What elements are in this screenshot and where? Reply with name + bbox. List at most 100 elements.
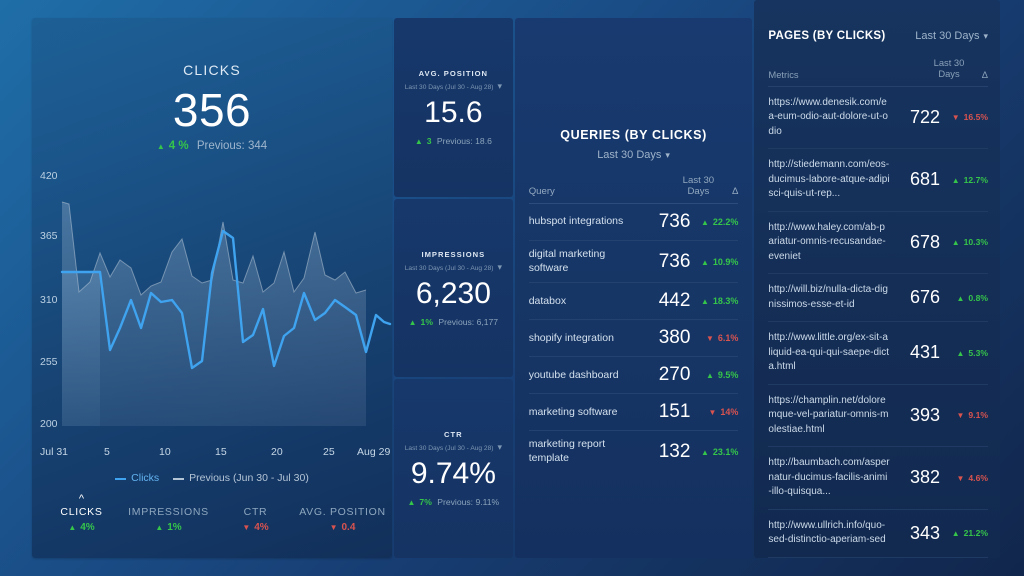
table-row[interactable]: databox 442 18.3% xyxy=(528,283,739,321)
table-row[interactable]: hubspot integrations 736 22.2% xyxy=(528,204,739,242)
clicks-panel: CLICKS 356 4 % Previous: 344 xyxy=(32,18,392,558)
query-name: marketing report template xyxy=(528,438,606,464)
card-impressions-delta: 1% Previous: 6,177 xyxy=(409,317,498,327)
x-tick-4: 20 xyxy=(271,446,283,459)
table-row[interactable]: http://www.ullrich.info/quo-sed-distinct… xyxy=(768,510,988,558)
tab-impressions-delta: 1% xyxy=(125,522,212,533)
card-avg-position-delta: 3 Previous: 18.6 xyxy=(415,136,492,146)
card-ctr-range-text: Last 30 Days (Jul 30 - Aug 28) xyxy=(404,445,494,453)
table-row[interactable]: shopify integration 380 6.1% xyxy=(528,320,739,358)
tab-clicks[interactable]: ^ CLICKS 4% xyxy=(38,494,125,534)
y-tick-310: 310 xyxy=(40,294,58,307)
card-avg-position-value: 15.6 xyxy=(424,95,483,129)
queries-col-delta[interactable]: Δ xyxy=(724,186,738,197)
queries-col-value[interactable]: Last 30 Days xyxy=(672,175,724,197)
page-url: http://www.ullrich.info/quo-sed-distinct… xyxy=(768,519,886,546)
card-impressions-range-text: Last 30 Days (Jul 30 - Aug 28) xyxy=(404,264,494,272)
queries-title: QUERIES (BY CLICKS) xyxy=(560,128,707,142)
x-tick-5: 25 xyxy=(323,446,335,459)
page-url: http://www.little.org/ex-sit-aliquid-ea-… xyxy=(768,332,890,373)
y-tick-420: 420 xyxy=(40,170,58,183)
queries-panel: QUERIES (BY CLICKS) Last 30 Days ▾ Query … xyxy=(514,18,753,558)
queries-table-body: hubspot integrations 736 22.2% digital m… xyxy=(528,204,739,473)
query-name: marketing software xyxy=(528,405,618,418)
chevron-up-icon: ^ xyxy=(78,493,85,506)
card-avg-position-title: AVG. POSITION xyxy=(418,68,489,78)
table-row[interactable]: http://will.biz/nulla-dicta-dignissimos-… xyxy=(768,274,988,323)
legend-item-previous: Previous (Jun 30 - Jul 30) xyxy=(173,472,309,484)
card-ctr-delta: 7% Previous: 9.11% xyxy=(408,497,500,507)
pages-col-value[interactable]: Last 30 Days xyxy=(926,57,972,80)
page-change: 16.5% xyxy=(940,112,988,122)
queries-table-header: Query Last 30 Days Δ xyxy=(528,161,739,205)
query-name: hubspot integrations xyxy=(528,215,624,228)
card-impressions: IMPRESSIONS Last 30 Days (Jul 30 - Aug 2… xyxy=(394,198,513,378)
clicks-chart-svg xyxy=(60,201,392,427)
card-impressions-range[interactable]: Last 30 Days (Jul 30 - Aug 28) ▾ xyxy=(405,262,502,273)
chevron-down-icon: ▾ xyxy=(665,150,670,160)
legend-swatch-clicks xyxy=(115,477,127,480)
clicks-title: CLICKS xyxy=(183,62,241,78)
pages-range-text: Last 30 Days xyxy=(915,30,980,42)
tab-clicks-delta: 4% xyxy=(38,522,125,533)
tab-ctr-label: CTR xyxy=(243,506,268,519)
query-value: 736 xyxy=(658,211,691,233)
card-impressions-previous: Previous: 6,177 xyxy=(438,316,499,327)
card-ctr-range[interactable]: Last 30 Days (Jul 30 - Aug 28) ▾ xyxy=(405,442,502,453)
table-row[interactable]: http://stiedemann.com/eos-ducimus-labore… xyxy=(768,149,988,212)
chevron-down-icon: ▾ xyxy=(983,31,988,41)
queries-col-query[interactable]: Query xyxy=(529,186,673,197)
x-tick-2: 10 xyxy=(159,446,171,459)
card-impressions-title: IMPRESSIONS xyxy=(421,249,486,259)
tab-impressions-label: IMPRESSIONS xyxy=(128,506,209,519)
page-change: 4.6% xyxy=(940,473,988,483)
card-ctr-value: 9.74% xyxy=(410,457,496,491)
query-change: 10.9% xyxy=(690,257,739,267)
page-value: 343 xyxy=(909,522,940,543)
table-row[interactable]: https://www.denesik.com/ea-eum-odio-aut-… xyxy=(768,87,988,150)
card-ctr-previous: Previous: 9.11% xyxy=(437,497,500,508)
table-row[interactable]: http://www.haley.com/ab-pariatur-omnis-r… xyxy=(768,212,988,275)
table-row[interactable]: youtube dashboard 270 9.5% xyxy=(528,357,739,395)
chevron-down-icon: ▾ xyxy=(497,80,502,91)
clicks-chart-xaxis: Jul 31 5 10 15 20 25 Aug 29 xyxy=(32,446,392,464)
pages-col-delta[interactable]: Δ xyxy=(972,69,988,80)
pages-col-metrics[interactable]: Metrics xyxy=(768,69,926,80)
query-value: 151 xyxy=(658,401,691,423)
page-url: http://stiedemann.com/eos-ducimus-labore… xyxy=(768,159,890,200)
tab-ctr[interactable]: CTR 4% xyxy=(212,506,299,533)
card-avg-position-range[interactable]: Last 30 Days (Jul 30 - Aug 28) ▾ xyxy=(405,81,502,92)
pages-table-header: Metrics Last 30 Days Δ xyxy=(768,42,988,87)
tab-impressions[interactable]: IMPRESSIONS 1% xyxy=(125,506,212,533)
chart-area-previous xyxy=(62,202,366,427)
page-value: 678 xyxy=(909,231,940,252)
card-ctr: CTR Last 30 Days (Jul 30 - Aug 28) ▾ 9.74… xyxy=(394,379,513,559)
table-row[interactable]: http://baumbach.com/aspernatur-ducimus-f… xyxy=(768,447,988,510)
legend-swatch-previous xyxy=(173,477,185,480)
page-value: 382 xyxy=(909,467,940,488)
table-row[interactable]: marketing report template 132 23.1% xyxy=(529,431,739,472)
query-name: youtube dashboard xyxy=(528,368,619,381)
table-row[interactable]: https://champlin.net/doloremque-vel-pari… xyxy=(768,385,988,448)
pages-range-selector[interactable]: Last 30 Days ▾ xyxy=(915,30,988,42)
page-value: 393 xyxy=(909,404,940,425)
query-value: 380 xyxy=(658,327,691,349)
card-avg-position: AVG. POSITION Last 30 Days (Jul 30 - Aug… xyxy=(394,18,513,197)
table-row[interactable]: http://www.little.org/ex-sit-aliquid-ea-… xyxy=(768,322,988,385)
query-change: 22.2% xyxy=(690,217,739,227)
query-change: 9.5% xyxy=(690,370,739,380)
x-tick-0: Jul 31 xyxy=(40,446,69,459)
card-avg-position-range-text: Last 30 Days (Jul 30 - Aug 28) xyxy=(404,83,494,91)
table-row[interactable]: marketing software 151 14% xyxy=(528,394,739,432)
query-change: 18.3% xyxy=(690,296,739,306)
pages-header: PAGES (BY CLICKS) Last 30 Days ▾ xyxy=(768,30,988,42)
query-name: shopify integration xyxy=(528,331,614,344)
page-change: 9.1% xyxy=(940,410,988,420)
tab-avg-position-label: AVG. POSITION xyxy=(299,506,386,519)
chevron-down-icon: ▾ xyxy=(497,442,502,453)
tab-avg-position[interactable]: AVG. POSITION 0.4 xyxy=(299,506,386,533)
query-value: 270 xyxy=(658,364,691,386)
table-row[interactable]: digital marketing software 736 10.9% xyxy=(528,241,739,284)
queries-range-selector[interactable]: Last 30 Days ▾ xyxy=(529,149,739,161)
page-change: 10.3% xyxy=(940,237,988,247)
